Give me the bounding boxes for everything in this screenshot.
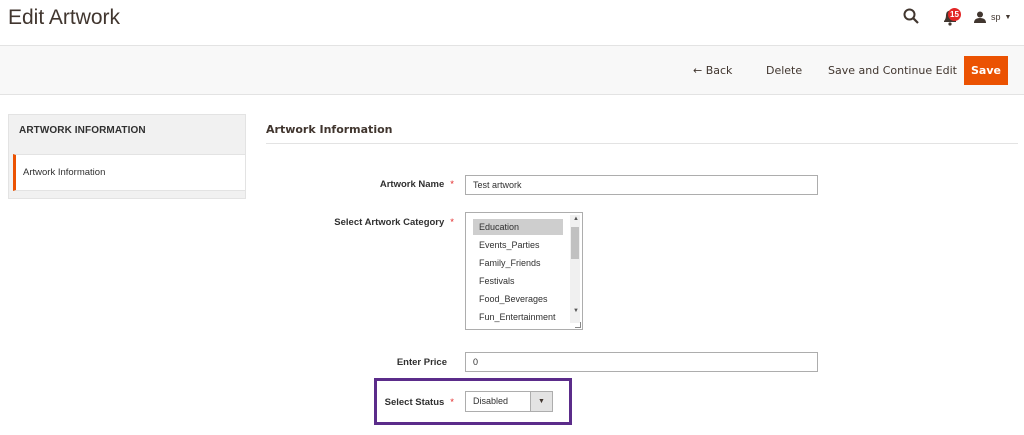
required-marker: * bbox=[450, 179, 454, 190]
page-actions-bar: ← Back Delete Save and Continue Edit Sav… bbox=[0, 45, 1024, 95]
required-marker: * bbox=[450, 217, 454, 228]
save-button[interactable]: Save bbox=[964, 56, 1008, 85]
user-icon bbox=[974, 11, 986, 23]
category-label: Select Artwork Category * bbox=[334, 217, 454, 228]
status-label: Select Status * bbox=[384, 397, 454, 408]
category-option[interactable]: Education bbox=[473, 219, 563, 235]
chevron-down-icon: ▼ bbox=[1004, 13, 1012, 21]
page-title: Edit Artwork bbox=[8, 6, 121, 29]
section-divider bbox=[266, 143, 1018, 144]
scroll-down-icon[interactable]: ▼ bbox=[573, 308, 579, 314]
sidebar-title: ARTWORK INFORMATION bbox=[19, 125, 146, 136]
artwork-name-label: Artwork Name * bbox=[379, 179, 454, 190]
category-option[interactable]: Food_Beverages bbox=[473, 291, 563, 307]
user-menu[interactable]: sp ▼ bbox=[974, 9, 1011, 25]
scrollbar-thumb[interactable] bbox=[571, 227, 579, 259]
user-name: sp bbox=[991, 12, 1001, 22]
category-option[interactable]: Festivals bbox=[473, 273, 563, 289]
save-and-continue-button[interactable]: Save and Continue Edit bbox=[828, 64, 957, 77]
search-icon[interactable] bbox=[903, 8, 919, 24]
sidebar: ARTWORK INFORMATION Artwork Information bbox=[8, 114, 246, 199]
delete-button[interactable]: Delete bbox=[766, 64, 802, 77]
status-select[interactable]: Disabled ▼ bbox=[465, 391, 553, 412]
required-marker: * bbox=[450, 397, 454, 408]
category-option[interactable]: Fun_Entertainment bbox=[473, 309, 563, 325]
price-label: Enter Price bbox=[396, 357, 447, 368]
chevron-down-icon[interactable]: ▼ bbox=[530, 392, 552, 411]
resize-handle-icon[interactable] bbox=[575, 322, 581, 328]
price-input[interactable]: 0 bbox=[465, 352, 818, 372]
notification-badge[interactable]: 15 bbox=[948, 8, 961, 21]
sidebar-item-artwork-information[interactable]: Artwork Information bbox=[13, 154, 245, 191]
status-value: Disabled bbox=[473, 396, 509, 406]
back-button[interactable]: ← Back bbox=[693, 64, 732, 77]
artwork-name-input[interactable]: Test artwork bbox=[465, 175, 818, 195]
category-option[interactable]: Events_Parties bbox=[473, 237, 563, 253]
scroll-up-icon[interactable]: ▲ bbox=[573, 216, 579, 222]
category-multiselect[interactable]: Education Events_Parties Family_Friends … bbox=[465, 212, 583, 330]
category-option[interactable]: Family_Friends bbox=[473, 255, 563, 271]
section-title: Artwork Information bbox=[266, 123, 393, 136]
